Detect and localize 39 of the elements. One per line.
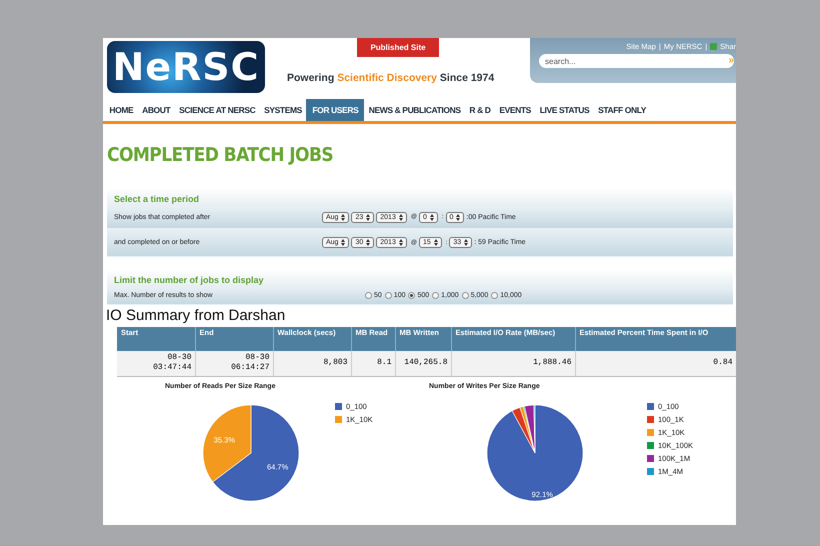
radio-button[interactable] [491, 292, 498, 299]
page-title: COMPLETED BATCH JOBS [107, 144, 334, 166]
table-cell: 1,888.46 [451, 351, 575, 376]
table-cell: 08-30 03:47:44 [117, 351, 195, 376]
caret-icon [456, 214, 460, 220]
nav-tab[interactable]: SYSTEMS [260, 99, 306, 121]
caret-icon [341, 239, 346, 246]
caret-icon [366, 214, 370, 220]
radio-button[interactable] [408, 292, 416, 299]
nav-tab[interactable]: R & D [465, 99, 495, 121]
caret-icon [430, 214, 434, 220]
table-cell: 140,265.8 [395, 351, 451, 376]
caret-icon [464, 239, 468, 246]
nav-tab[interactable]: HOME [105, 99, 138, 121]
section-heading: Select a time period [107, 188, 733, 206]
section-heading: Limit the number of jobs to display [107, 269, 733, 287]
table-cell: 8,803 [273, 351, 351, 376]
radio-button[interactable] [462, 292, 469, 299]
caret-icon [434, 239, 438, 246]
caret-icon [366, 239, 370, 246]
table-cell: 8.1 [351, 351, 395, 376]
caret-icon [398, 214, 403, 220]
caret-icon [341, 214, 346, 220]
nav-tab[interactable]: NEWS & PUBLICATIONS [364, 99, 466, 121]
nav-tab[interactable]: EVENTS [494, 99, 536, 121]
nav-tab[interactable]: LIVE STATUS [535, 99, 594, 121]
nav-tab[interactable]: ABOUT [138, 99, 175, 121]
tagline: Powering Scientific Discovery Since 1974 [287, 72, 494, 84]
nav-tab[interactable]: STAFF ONLY [594, 99, 650, 121]
caret-icon [398, 239, 403, 246]
section-title: IO Summary from Darshan [106, 307, 286, 324]
radio-button[interactable] [432, 292, 440, 299]
logo[interactable]: NeRSC [107, 41, 265, 93]
radio-button[interactable] [365, 292, 372, 299]
nav-tab[interactable]: FOR USERS [306, 99, 364, 121]
table-cell: 08-30 06:14:27 [195, 351, 273, 376]
radio-button[interactable] [384, 292, 392, 299]
table-cell: 0.84 [575, 351, 736, 376]
nav-tab[interactable]: SCIENCE AT NERSC [174, 99, 260, 121]
